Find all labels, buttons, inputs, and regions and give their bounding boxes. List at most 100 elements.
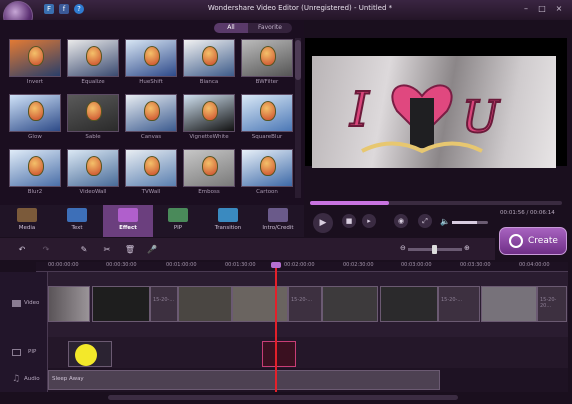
balloon-image xyxy=(86,156,102,176)
balloon-image xyxy=(202,46,218,66)
ruler-tick: 00:03:30:00 xyxy=(460,262,491,268)
effect-thumbnail[interactable] xyxy=(125,94,177,132)
effect-thumbnail[interactable] xyxy=(183,39,235,77)
effect-label: Sable xyxy=(85,134,101,140)
balloon-image xyxy=(28,156,44,176)
svg-text:U: U xyxy=(462,92,501,143)
effect-thumbnail[interactable] xyxy=(67,94,119,132)
effect-thumbnail[interactable] xyxy=(241,149,293,187)
effect-label: SquareBlur xyxy=(251,134,283,140)
create-button[interactable]: Create xyxy=(499,227,567,255)
facebook-icon[interactable]: f xyxy=(59,4,69,14)
effect-thumbnail[interactable] xyxy=(183,94,235,132)
audio-track-header: ♫ Audio xyxy=(0,368,48,392)
film-reel-icon xyxy=(509,233,523,248)
pip-track[interactable] xyxy=(48,337,568,368)
play-button[interactable]: ▶ xyxy=(313,213,333,233)
playback-progress[interactable] xyxy=(310,201,562,205)
volume-icon[interactable]: 🔈 xyxy=(440,217,450,226)
pip-clip[interactable] xyxy=(262,341,296,367)
effect-thumbnail[interactable] xyxy=(125,39,177,77)
video-clip[interactable]: 15-20-... xyxy=(288,286,322,322)
video-clip[interactable] xyxy=(232,286,288,322)
playhead-handle[interactable] xyxy=(271,262,281,268)
video-clip[interactable] xyxy=(380,286,438,322)
balloon-image xyxy=(202,101,218,121)
minimize-button[interactable]: – xyxy=(520,3,532,15)
delete-icon[interactable]: 🗑 xyxy=(124,244,136,256)
stop-button[interactable]: ■ xyxy=(342,214,356,228)
redo-icon[interactable]: ↷ xyxy=(40,244,52,256)
time-display: 00:01:56 / 00:06:14 xyxy=(500,210,555,216)
balloon-image xyxy=(144,46,160,66)
video-clip[interactable]: 15-20-... xyxy=(150,286,178,322)
category-pip[interactable]: PIP xyxy=(153,205,203,237)
cut-icon[interactable]: ✂ xyxy=(101,244,113,256)
effect-label: VignetteWhite xyxy=(189,134,229,140)
video-clip[interactable]: 15-20-... xyxy=(438,286,480,322)
next-frame-button[interactable]: ▸ xyxy=(362,214,376,228)
text-icon xyxy=(67,208,87,222)
edit-icon[interactable]: ✎ xyxy=(78,244,90,256)
category-text[interactable]: Text xyxy=(52,205,102,237)
category-intro-credit[interactable]: Intro/Credit xyxy=(253,205,303,237)
effect-thumbnail[interactable] xyxy=(9,149,61,187)
effect-label: Cartoon xyxy=(256,189,278,195)
video-clip[interactable] xyxy=(322,286,378,322)
zoom-slider[interactable] xyxy=(408,245,462,254)
category-transition[interactable]: Transition xyxy=(203,205,253,237)
zoom-out-icon[interactable]: ⊖ xyxy=(400,244,406,252)
microphone-icon[interactable]: 🎤 xyxy=(146,244,158,256)
maximize-button[interactable]: □ xyxy=(536,3,548,15)
category-effect[interactable]: Effect xyxy=(103,205,153,237)
effect-thumbnail[interactable] xyxy=(125,149,177,187)
timeline-scrollbar[interactable] xyxy=(48,393,568,402)
transition-icon xyxy=(218,208,238,222)
ruler-tick: 00:00:00:00 xyxy=(48,262,79,268)
scroll-thumb[interactable] xyxy=(295,40,301,80)
preview-artwork: I U xyxy=(348,81,502,154)
category-media[interactable]: Media xyxy=(2,205,52,237)
zoom-in-icon[interactable]: ⊕ xyxy=(464,244,470,252)
effect-thumbnail[interactable] xyxy=(183,149,235,187)
effect-thumbnail[interactable] xyxy=(9,39,61,77)
snapshot-button[interactable]: ◉ xyxy=(394,214,408,228)
ruler-tick: 00:04:00:00 xyxy=(519,262,550,268)
tab-all[interactable]: All xyxy=(214,23,248,33)
fullscreen-button[interactable]: ⤢ xyxy=(418,214,432,228)
effect-thumbnail[interactable] xyxy=(9,94,61,132)
playhead[interactable] xyxy=(275,264,277,392)
balloon-image xyxy=(86,101,102,121)
undo-icon[interactable]: ↶ xyxy=(16,244,28,256)
balloon-image xyxy=(28,46,44,66)
effect-label: Emboss xyxy=(198,189,220,195)
effect-thumbnail[interactable] xyxy=(241,94,293,132)
close-button[interactable]: × xyxy=(553,3,565,15)
balloon-image xyxy=(144,101,160,121)
video-clip[interactable]: 15-20-20... xyxy=(537,286,567,322)
balloon-image xyxy=(260,101,276,121)
effect-thumbnail[interactable] xyxy=(241,39,293,77)
video-track-header: Video xyxy=(0,272,48,337)
zoom-knob[interactable] xyxy=(432,245,437,254)
video-clip[interactable] xyxy=(481,286,537,322)
video-clip[interactable] xyxy=(178,286,232,322)
library-scrollbar[interactable] xyxy=(295,38,301,198)
ruler-tick: 00:00:30:00 xyxy=(106,262,137,268)
help-icon[interactable]: ? xyxy=(74,4,84,14)
tab-favorite[interactable]: Favorite xyxy=(248,23,292,33)
effect-label: TVWall xyxy=(141,189,161,195)
balloon-image xyxy=(28,101,44,121)
video-clip[interactable] xyxy=(92,286,150,322)
timeline-scroll-thumb[interactable] xyxy=(108,395,458,400)
effect-thumbnail[interactable] xyxy=(67,39,119,77)
volume-slider[interactable] xyxy=(452,221,488,224)
pip-icon xyxy=(168,208,188,222)
effect-thumbnail[interactable] xyxy=(67,149,119,187)
pip-clip[interactable] xyxy=(68,341,112,367)
file-menu-icon[interactable]: F xyxy=(44,4,54,14)
ruler-tick: 00:01:30:00 xyxy=(225,262,256,268)
video-clip[interactable] xyxy=(48,286,90,322)
audio-clip[interactable]: Sleep Away xyxy=(48,370,440,390)
pip-track-icon xyxy=(12,349,21,356)
